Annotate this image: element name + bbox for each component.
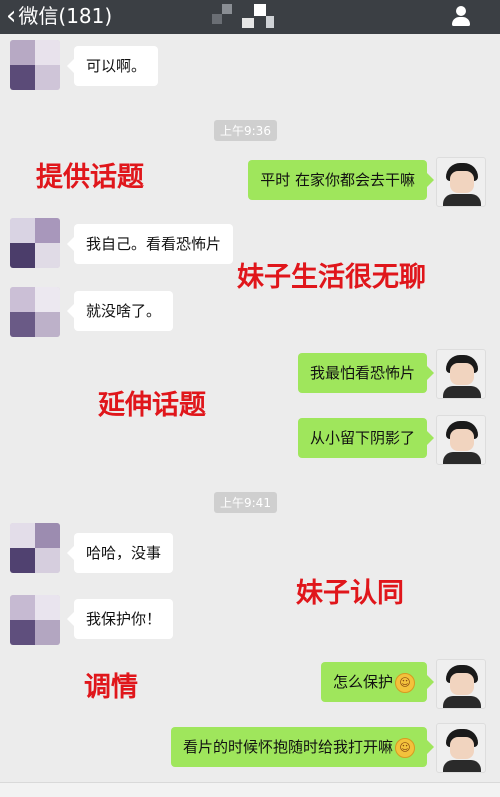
annotation-text: 妹子生活很无聊 — [237, 262, 426, 293]
message-text: 就没啥了。 — [86, 302, 162, 320]
message-bubble-sent[interactable]: 看片的时候怀抱随时给我打开嘛 ☺ — [170, 727, 435, 767]
message-bubble-received[interactable]: 我保护你！ — [66, 599, 174, 639]
message-bubble-sent[interactable]: 平时 在家你都会去干嘛 — [248, 160, 434, 200]
avatar-contact[interactable] — [10, 523, 60, 573]
avatar-self[interactable] — [436, 659, 486, 709]
annotation-text: 提供话题 — [36, 162, 144, 193]
annotation-text: 妹子认同 — [296, 578, 404, 609]
annotation-text: 调情 — [84, 672, 138, 703]
message-text: 哈哈，没事 — [86, 544, 162, 562]
avatar-self[interactable] — [436, 349, 486, 399]
message-bubble-sent[interactable]: 怎么保护 ☺ — [320, 662, 435, 702]
message-bubble-sent[interactable]: 我最怕看恐怖片 — [297, 353, 435, 393]
avatar-contact[interactable] — [10, 287, 60, 337]
avatar-contact[interactable] — [10, 595, 60, 645]
message-bubble-received[interactable]: 可以啊。 — [66, 46, 159, 86]
back-button[interactable]: ‹ 微信(181) — [6, 3, 112, 29]
message-text: 我保护你！ — [86, 610, 162, 628]
message-bubble-received[interactable]: 我自己。看看恐怖片 — [66, 224, 234, 264]
message-text: 从小留下阴影了 — [309, 429, 415, 447]
message-text: 平时 在家你都会去干嘛 — [260, 171, 415, 189]
timestamp: 上午9:36 — [214, 120, 277, 141]
chevron-left-icon: ‹ — [6, 1, 17, 31]
input-bar[interactable] — [0, 782, 500, 797]
message-text: 我最怕看恐怖片 — [309, 364, 415, 382]
avatar-self[interactable] — [436, 723, 486, 773]
annotation-text: 延伸话题 — [98, 390, 206, 421]
message-text: 看片的时候怀抱随时给我打开嘛 — [182, 738, 393, 756]
message-bubble-received[interactable]: 就没啥了。 — [66, 291, 174, 331]
avatar-self[interactable] — [436, 157, 486, 207]
avatar-contact[interactable] — [10, 218, 60, 268]
message-text: 可以啊。 — [86, 57, 147, 75]
smile-emoji-icon: ☺ — [395, 737, 415, 758]
title-bar: ‹ 微信(181) — [0, 0, 500, 34]
message-bubble-received[interactable]: 哈哈，没事 — [66, 533, 174, 573]
person-icon[interactable] — [450, 6, 472, 28]
avatar-self[interactable] — [436, 415, 486, 465]
contact-name-mosaic — [212, 4, 274, 30]
message-text: 怎么保护 — [332, 673, 393, 691]
message-text: 我自己。看看恐怖片 — [86, 235, 222, 253]
timestamp: 上午9:41 — [214, 492, 277, 513]
smile-emoji-icon: ☺ — [395, 672, 415, 693]
avatar-contact[interactable] — [10, 40, 60, 90]
back-label: 微信(181) — [18, 4, 113, 28]
message-bubble-sent[interactable]: 从小留下阴影了 — [297, 418, 435, 458]
